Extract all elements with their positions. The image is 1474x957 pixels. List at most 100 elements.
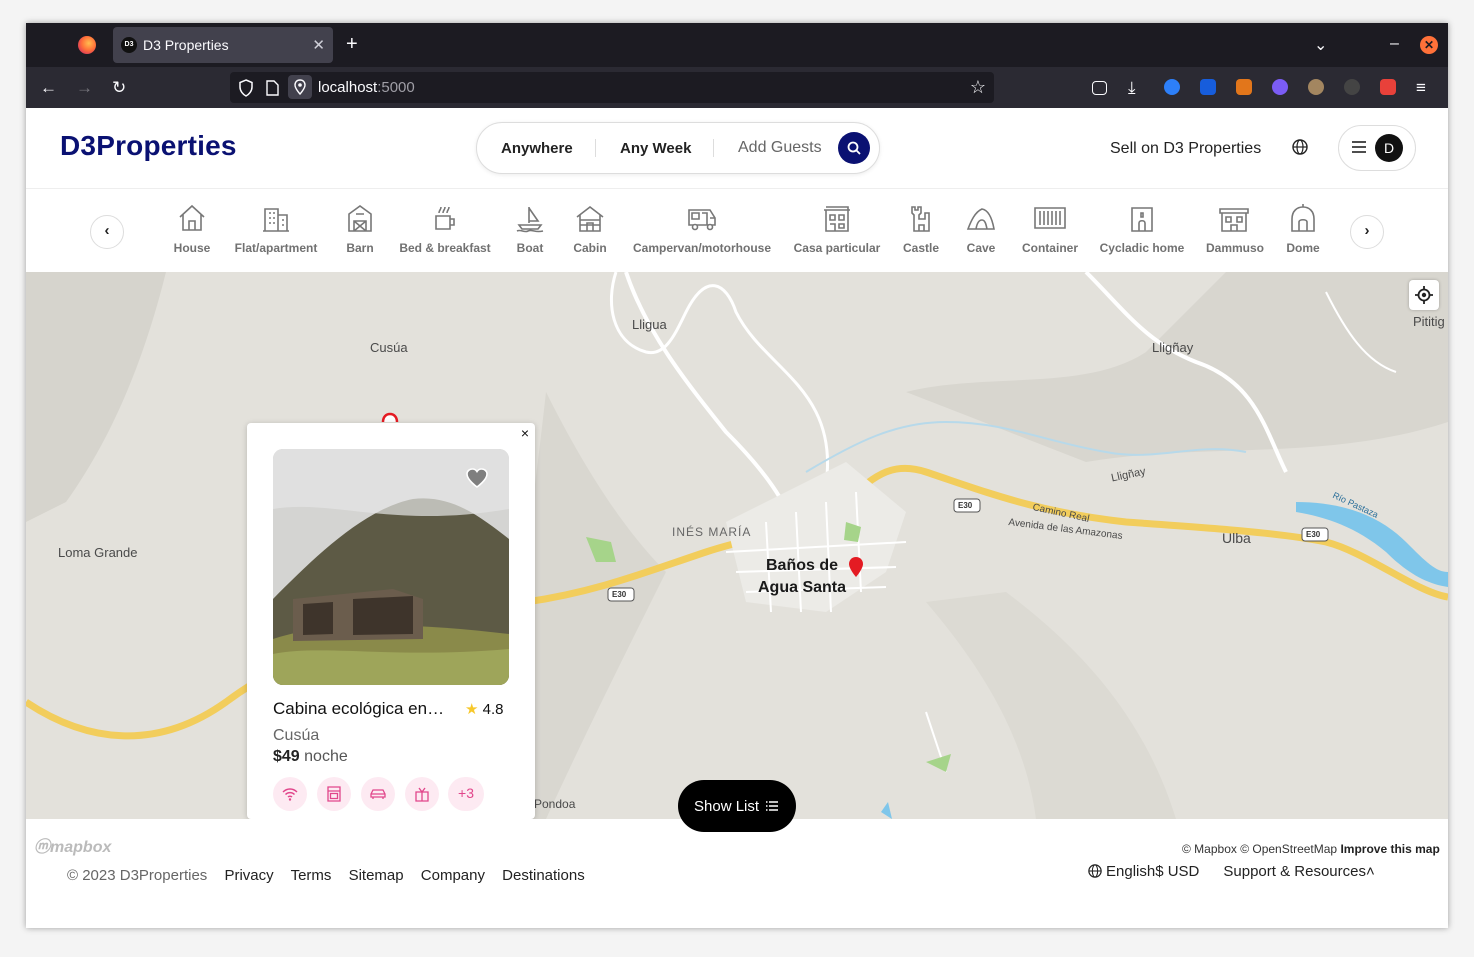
map-label-pititig: Pititig <box>1413 314 1445 329</box>
footer-link-privacy[interactable]: Privacy <box>224 867 273 884</box>
back-icon[interactable]: ← <box>40 78 57 98</box>
amenity-more-badge[interactable]: +3 <box>448 777 484 811</box>
firefox-icon[interactable] <box>78 36 96 54</box>
footer-link-company[interactable]: Company <box>421 867 485 884</box>
category-cabin[interactable]: Cabin <box>570 203 610 255</box>
location-permission-icon[interactable] <box>288 75 312 99</box>
search-button[interactable] <box>838 132 870 164</box>
footer-link-sitemap[interactable]: Sitemap <box>349 867 404 884</box>
map-label-pondoa: Pondoa <box>534 797 576 811</box>
amenity-gift <box>405 777 439 811</box>
sell-link[interactable]: Sell on D3 Properties <box>1110 140 1261 158</box>
category-cave[interactable]: Cave <box>962 203 1000 255</box>
category-house[interactable]: House <box>166 203 218 255</box>
mapbox-logo[interactable]: ⓜmapbox <box>34 833 111 857</box>
barn-icon <box>348 205 372 232</box>
amenity-parking <box>361 777 395 811</box>
extension-purple-icon[interactable] <box>1272 79 1288 95</box>
category-casa-particular[interactable]: Casa particular <box>792 203 882 255</box>
reload-icon[interactable]: ↻ <box>112 78 126 98</box>
category-next-button[interactable]: › <box>1350 215 1384 249</box>
listing-image[interactable] <box>273 449 509 685</box>
footer-links: © 2023 D3Properties Privacy Terms Sitema… <box>67 867 598 884</box>
map[interactable]: E30 E30 E30 Cusúa Lligua Lligñay Lligñay… <box>26 272 1448 819</box>
bookmark-star-icon[interactable]: ☆ <box>970 77 986 98</box>
heart-icon[interactable] <box>465 467 489 489</box>
window-close-button[interactable]: ✕ <box>1420 36 1438 54</box>
support-resources-toggle[interactable]: Support & Resources <box>1223 863 1366 880</box>
category-barn[interactable]: Barn <box>340 203 380 255</box>
download-icon[interactable]: ⤓ <box>1128 78 1136 98</box>
listing-popup[interactable]: × Cabina ecológica en Baños ★ 4.8 Cusúa … <box>247 423 535 819</box>
category-campervan[interactable]: Campervan/motorhouse <box>630 203 774 255</box>
map-label-ulba: Ulba <box>1222 530 1251 546</box>
tab-close-icon[interactable]: ✕ <box>312 36 325 54</box>
footer-copyright: © 2023 D3Properties <box>67 867 208 884</box>
cabin-icon <box>576 205 604 232</box>
browser-tab[interactable]: D3 D3 Properties ✕ <box>113 27 333 63</box>
hamburger-icon <box>1352 141 1366 153</box>
extension-dark-icon[interactable] <box>1344 79 1360 95</box>
gift-icon <box>415 787 429 802</box>
bitwarden-icon[interactable] <box>1200 79 1216 95</box>
road-shield-e30: E30 <box>1306 530 1321 539</box>
search-where[interactable]: Anywhere <box>501 140 573 157</box>
campervan-icon <box>688 209 716 231</box>
category-cycladic[interactable]: Cycladic home <box>1098 203 1186 255</box>
cycladic-icon <box>1131 207 1153 232</box>
extension-blue-icon[interactable] <box>1164 79 1180 95</box>
language-selector[interactable]: English <box>1106 863 1155 880</box>
search-divider <box>713 139 714 157</box>
new-tab-button[interactable]: + <box>346 33 358 55</box>
category-boat[interactable]: Boat <box>510 203 550 255</box>
category-castle[interactable]: Castle <box>900 203 942 255</box>
footer-link-terms[interactable]: Terms <box>291 867 332 884</box>
map-label-loma-grande: Loma Grande <box>58 545 138 560</box>
forward-icon[interactable]: → <box>76 78 93 98</box>
footer-link-destinations[interactable]: Destinations <box>502 867 585 884</box>
amenity-wifi <box>273 777 307 811</box>
user-menu-button[interactable]: D <box>1338 125 1416 171</box>
amenity-oven <box>317 777 351 811</box>
oven-icon <box>327 786 341 802</box>
chevron-up-icon[interactable]: ˄ <box>1366 863 1375 880</box>
minimize-button[interactable]: – <box>1390 35 1399 53</box>
listing-location: Cusúa <box>273 727 320 744</box>
app-menu-icon[interactable]: ≡ <box>1416 78 1426 98</box>
list-icon <box>766 801 778 811</box>
search-when[interactable]: Any Week <box>620 140 691 157</box>
improve-map-link[interactable]: Improve this map <box>1340 842 1439 856</box>
currency-selector[interactable]: $ USD <box>1155 863 1199 880</box>
category-prev-button[interactable]: ‹ <box>90 215 124 249</box>
shield-icon <box>239 79 253 97</box>
globe-icon[interactable] <box>1292 139 1308 155</box>
casa-icon <box>824 206 850 232</box>
pocket-icon[interactable] <box>1092 81 1107 95</box>
road-shield-e30: E30 <box>958 501 973 510</box>
geolocate-button[interactable] <box>1409 280 1439 310</box>
category-container[interactable]: Container <box>1020 203 1080 255</box>
page-icon <box>266 80 279 96</box>
map-label-ines-maria: INÉS MARÍA <box>672 525 752 539</box>
category-dammuso[interactable]: Dammuso <box>1206 203 1264 255</box>
boat-icon <box>516 207 544 233</box>
tab-list-chevron-icon[interactable]: ⌄ <box>1314 35 1327 55</box>
category-bed-breakfast[interactable]: Bed & breakfast <box>398 203 492 255</box>
url-text[interactable]: localhost:5000 <box>318 79 415 96</box>
search-bar[interactable]: Anywhere Any Week Add Guests <box>476 122 880 174</box>
house-icon <box>179 204 205 231</box>
map-label-llighay: Lligñay <box>1152 340 1194 355</box>
category-flat[interactable]: Flat/apartment <box>232 203 320 255</box>
category-dome[interactable]: Dome <box>1282 203 1324 255</box>
map-pin-icon[interactable] <box>848 556 864 578</box>
browser-nav-bar: ← → ↻ localhost:5000 ☆ ⤓ ≡ <box>26 67 1448 108</box>
close-icon[interactable]: × <box>517 425 533 441</box>
extension-owl-icon[interactable] <box>1308 79 1324 95</box>
address-bar[interactable]: localhost:5000 ☆ <box>230 72 994 103</box>
extension-red-icon[interactable] <box>1380 79 1396 95</box>
listing-title[interactable]: Cabina ecológica en Baños <box>273 699 448 719</box>
site-logo[interactable]: D3Properties <box>60 130 237 162</box>
metamask-icon[interactable] <box>1236 79 1252 95</box>
show-list-button[interactable]: Show List <box>678 780 796 832</box>
search-guests[interactable]: Add Guests <box>738 139 822 157</box>
